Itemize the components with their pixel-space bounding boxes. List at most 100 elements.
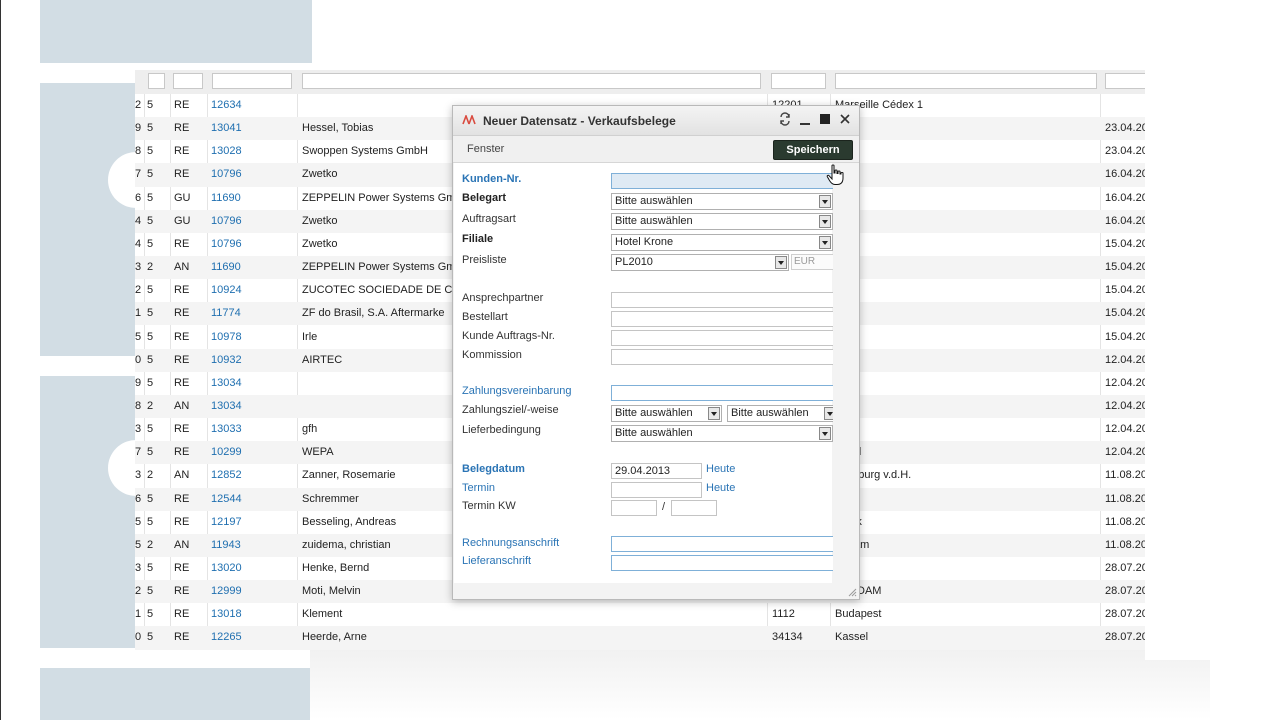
menu-fenster[interactable]: Fenster <box>467 143 504 155</box>
table-cell-c[interactable]: 11943 <box>211 534 291 557</box>
table-cell-d: gfh <box>302 423 318 436</box>
table-cell-c[interactable]: 13041 <box>211 117 291 140</box>
ansprechpartner-input[interactable] <box>611 292 835 308</box>
table-cell-c[interactable]: 10796 <box>211 233 291 256</box>
table-cell-n: 3 <box>135 469 142 482</box>
table-cell-f: gart <box>835 279 1095 302</box>
table-row[interactable]: 0 5 RE 12265 Heerde, Arne 34134 Kassel 28.07.20 <box>135 626 1145 650</box>
table-cell-c[interactable]: 13028 <box>211 140 291 163</box>
table-cell-d: WEPA <box>302 446 334 459</box>
termin-kw-input[interactable] <box>611 500 657 516</box>
table-cell-d: Zanner, Rosemarie <box>302 469 396 482</box>
filter-input-col1[interactable] <box>148 73 165 89</box>
table-cell-c[interactable]: 13033 <box>211 418 291 441</box>
table-cell-g: 11.08.20 <box>1105 492 1145 505</box>
lieferbedingung-select[interactable]: Bitte auswählen <box>611 425 833 442</box>
zahlungsweise-select[interactable]: Bitte auswählen <box>727 405 838 422</box>
kunde-auftrags-nr-input[interactable] <box>611 330 835 346</box>
table-cell-c[interactable]: 12197 <box>211 511 291 534</box>
zahlungsziel-select[interactable]: Bitte auswählen <box>611 405 722 422</box>
refresh-icon[interactable] <box>777 112 793 128</box>
filter-input-col5[interactable] <box>771 73 826 89</box>
table-cell-b: GU <box>174 191 191 204</box>
table-cell-c[interactable]: 10932 <box>211 349 291 372</box>
termin-heute-link[interactable]: Heute <box>706 482 735 494</box>
table-cell-c[interactable]: 10978 <box>211 326 291 349</box>
decor-panel-left-2 <box>40 376 136 648</box>
table-cell-c[interactable]: 13034 <box>211 395 291 418</box>
save-button[interactable]: Speichern <box>773 140 853 160</box>
table-cell-n: 6 <box>135 191 142 204</box>
table-cell-b: RE <box>174 284 190 297</box>
label-termin[interactable]: Termin <box>462 482 495 494</box>
table-cell-c[interactable]: 10796 <box>211 163 291 186</box>
table-cell-f: Kassel <box>835 631 869 644</box>
label-belegart: Belegart <box>462 192 507 204</box>
filter-input-col3[interactable] <box>212 73 292 89</box>
close-icon[interactable] <box>837 112 853 128</box>
bestellart-input[interactable] <box>611 311 835 327</box>
label-lieferanschrift[interactable]: Lieferanschrift <box>462 555 531 567</box>
table-cell-n: 9 <box>135 122 142 135</box>
table-cell-a: 5 <box>147 330 154 343</box>
dialog-titlebar[interactable]: Neuer Datensatz - Verkaufsbelege <box>453 106 859 136</box>
chevron-down-icon <box>819 236 831 249</box>
table-cell-b: RE <box>174 353 190 366</box>
belegdatum-heute-link[interactable]: Heute <box>706 463 735 475</box>
table-cell-d: ZUCOTEC SOCIEDADE DE CO <box>302 284 452 297</box>
table-cell-c[interactable]: 12544 <box>211 488 291 511</box>
table-cell-d: ZEPPELIN Power Systems Gm <box>302 191 452 204</box>
filter-input-col4[interactable] <box>302 73 761 89</box>
table-cell-c[interactable]: 13034 <box>211 372 291 395</box>
table-cell-c[interactable]: 12265 <box>211 626 291 649</box>
table-row[interactable]: 1 5 RE 13018 Klement 1112 Budapest 28.07.20 <box>135 603 1145 626</box>
filter-input-col2[interactable] <box>173 73 203 89</box>
table-cell-c[interactable]: 13018 <box>211 603 291 626</box>
rechnungsanschrift-input[interactable] <box>611 536 835 552</box>
maximize-icon[interactable] <box>817 112 833 128</box>
table-cell-c[interactable]: 12634 <box>211 94 291 117</box>
filter-row <box>135 70 1145 94</box>
belegart-select[interactable]: Bitte auswählen <box>611 193 833 210</box>
table-cell-c[interactable]: 13020 <box>211 557 291 580</box>
label-zahlungsvereinbarung[interactable]: Zahlungsvereinbarung <box>462 385 571 397</box>
table-cell-b: RE <box>174 446 190 459</box>
table-cell-g: 12.04.20 <box>1105 353 1145 366</box>
filter-input-col6[interactable] <box>835 73 1097 89</box>
table-cell-c[interactable]: 10796 <box>211 210 291 233</box>
label-rechnungsanschrift[interactable]: Rechnungsanschrift <box>462 537 559 549</box>
table-cell-c[interactable]: 11774 <box>211 302 291 325</box>
table-cell-b: RE <box>174 237 190 250</box>
filiale-select[interactable]: Hotel Krone <box>611 234 833 251</box>
table-cell-a: 2 <box>147 538 154 551</box>
table-cell-c[interactable]: 12852 <box>211 464 291 487</box>
table-cell-b: RE <box>174 608 190 621</box>
preisliste-select[interactable]: PL2010 <box>611 254 789 271</box>
table-cell-b: RE <box>174 168 190 181</box>
belegdatum-input[interactable]: 29.04.2013 <box>611 463 702 479</box>
zahlungsvereinbarung-input[interactable] <box>611 385 835 401</box>
table-cell-g: 15.04.20 <box>1105 307 1145 320</box>
decor-panel-bottom <box>40 668 312 720</box>
auftragsart-select[interactable]: Bitte auswählen <box>611 213 833 230</box>
table-cell-c[interactable]: 12999 <box>211 580 291 603</box>
resize-handle-icon[interactable] <box>848 588 857 597</box>
termin-kw-year-input[interactable] <box>671 500 717 516</box>
lieferanschrift-input[interactable] <box>611 555 835 571</box>
table-cell-a: 5 <box>147 608 154 621</box>
table-cell-g: 28.07.20 <box>1105 631 1145 644</box>
kunden-nr-input[interactable] <box>611 173 835 189</box>
kommission-input[interactable] <box>611 349 835 365</box>
table-cell-c[interactable]: 10299 <box>211 441 291 464</box>
filter-input-col7[interactable] <box>1105 73 1145 89</box>
table-cell-d: Moti, Melvin <box>302 585 361 598</box>
termin-input[interactable] <box>611 482 702 498</box>
table-cell-c[interactable]: 11690 <box>211 256 291 279</box>
table-cell-c[interactable]: 11690 <box>211 187 291 210</box>
table-cell-b: RE <box>174 122 190 135</box>
minimize-icon[interactable] <box>797 112 813 128</box>
table-cell-a: 5 <box>147 585 154 598</box>
table-cell-c[interactable]: 10924 <box>211 279 291 302</box>
label-termin-kw: Termin KW <box>462 500 516 512</box>
table-cell-n: 1 <box>135 608 142 621</box>
